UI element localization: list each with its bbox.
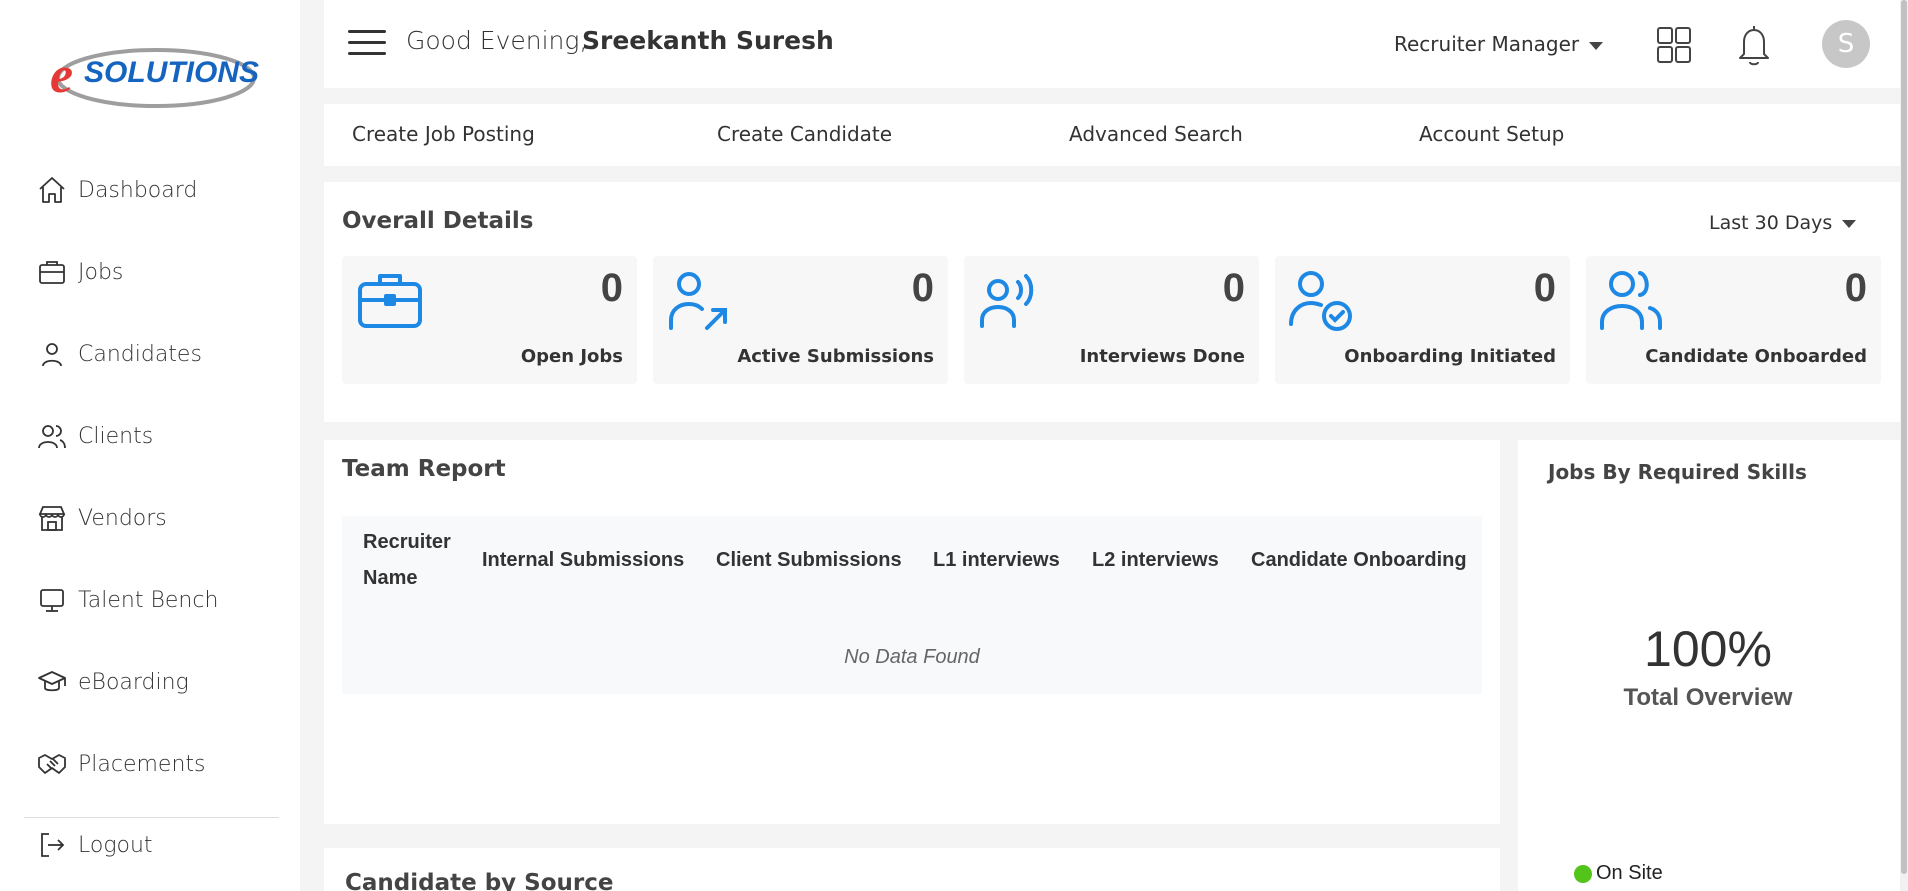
stat-label: Open Jobs bbox=[520, 346, 623, 367]
briefcase-icon bbox=[36, 256, 68, 288]
legend-label: On Site bbox=[1596, 862, 1663, 884]
stat-label: Active Submissions bbox=[737, 346, 934, 367]
users-icon bbox=[36, 420, 68, 452]
sidebar-item-talent-bench[interactable]: Talent Bench bbox=[36, 580, 218, 620]
logout-icon bbox=[36, 829, 68, 861]
caret-down-icon bbox=[1589, 41, 1604, 50]
user-check-icon bbox=[1289, 271, 1352, 331]
create-job-posting-link[interactable]: Create Job Posting bbox=[352, 122, 535, 146]
sidebar-item-label: Candidates bbox=[78, 341, 202, 367]
stat-value: 0 bbox=[911, 266, 934, 310]
legend-item[interactable]: On Site bbox=[1574, 862, 1663, 885]
sidebar-item-label: Talent Bench bbox=[78, 587, 219, 613]
sidebar-item-placements[interactable]: Placements bbox=[36, 744, 206, 784]
user-arrow-icon bbox=[669, 272, 727, 330]
svg-text:e: e bbox=[50, 47, 73, 104]
sidebar-item-label: Vendors bbox=[78, 505, 167, 531]
logout-label: Logout bbox=[78, 832, 153, 858]
stat-value: 0 bbox=[1222, 266, 1245, 310]
top-header: Good Evening, Sreekanth Suresh Recruiter… bbox=[324, 0, 1908, 88]
stat-card-interviews-done[interactable]: 0 Interviews Done bbox=[964, 256, 1259, 384]
total-overview-label: Total Overview bbox=[1623, 684, 1793, 711]
column-header[interactable]: Internal Submissions bbox=[482, 542, 684, 578]
sidebar-divider bbox=[24, 817, 279, 818]
column-header[interactable]: L2 interviews bbox=[1092, 542, 1219, 578]
sidebar-item-clients[interactable]: Clients bbox=[36, 416, 153, 456]
sidebar-item-label: Placements bbox=[78, 751, 206, 777]
role-dropdown[interactable]: Recruiter Manager bbox=[1394, 32, 1604, 56]
avatar[interactable]: S bbox=[1822, 20, 1870, 68]
stat-label: Candidate Onboarded bbox=[1645, 346, 1867, 367]
stat-label: Onboarding Initiated bbox=[1344, 346, 1556, 367]
sidebar-item-label: Clients bbox=[78, 423, 154, 449]
home-icon bbox=[36, 174, 68, 206]
role-label: Recruiter Manager bbox=[1394, 32, 1580, 56]
scrollbar-thumb[interactable] bbox=[1901, 0, 1907, 874]
page-scrollbar[interactable] bbox=[1900, 0, 1908, 891]
column-header[interactable]: Recruiter Name bbox=[363, 524, 463, 596]
handshake-icon bbox=[36, 748, 68, 780]
section-title: Team Report bbox=[342, 456, 506, 482]
column-header[interactable]: Client Submissions bbox=[716, 542, 902, 578]
user-icon bbox=[36, 338, 68, 370]
user-name: Sreekanth Suresh bbox=[582, 26, 834, 55]
notification-bell-icon[interactable] bbox=[1734, 24, 1774, 66]
sidebar-item-jobs[interactable]: Jobs bbox=[36, 252, 123, 292]
stat-card-open-jobs[interactable]: 0 Open Jobs bbox=[342, 256, 637, 384]
greeting-text: Good Evening, bbox=[406, 26, 588, 55]
graduation-cap-icon bbox=[36, 666, 68, 698]
stat-card-candidate-onboarded[interactable]: 0 Candidate Onboarded bbox=[1586, 256, 1881, 384]
sidebar-item-label: eBoarding bbox=[78, 669, 189, 695]
apps-grid-icon[interactable] bbox=[1656, 26, 1692, 64]
stat-value: 0 bbox=[1533, 266, 1556, 310]
sidebar-item-dashboard[interactable]: Dashboard bbox=[36, 170, 197, 210]
period-dropdown[interactable]: Last 30 Days bbox=[1709, 212, 1857, 234]
period-label: Last 30 Days bbox=[1709, 212, 1833, 234]
stat-card-onboarding-initiated[interactable]: 0 Onboarding Initiated bbox=[1275, 256, 1570, 384]
user-voice-icon bbox=[980, 274, 1034, 328]
store-icon bbox=[36, 502, 68, 534]
account-setup-link[interactable]: Account Setup bbox=[1419, 122, 1564, 146]
section-title: Jobs By Required Skills bbox=[1548, 460, 1807, 484]
stat-label: Interviews Done bbox=[1079, 346, 1245, 367]
stat-value: 0 bbox=[1844, 266, 1867, 310]
svg-text:SOLUTIONS: SOLUTIONS bbox=[84, 56, 259, 89]
create-candidate-link[interactable]: Create Candidate bbox=[717, 122, 892, 146]
team-report-panel: Team Report Recruiter Name Internal Subm… bbox=[324, 440, 1500, 824]
legend-dot bbox=[1574, 864, 1592, 883]
users-icon bbox=[1600, 271, 1662, 330]
team-report-table: Recruiter Name Internal Submissions Clie… bbox=[342, 516, 1482, 694]
overall-details-panel: Overall Details Last 30 Days 0 Open Jobs… bbox=[324, 182, 1908, 422]
briefcase-icon bbox=[358, 274, 422, 328]
advanced-search-link[interactable]: Advanced Search bbox=[1069, 122, 1243, 146]
empty-state-text: No Data Found bbox=[844, 646, 980, 668]
menu-toggle-icon[interactable] bbox=[348, 30, 386, 56]
candidate-by-source-panel: Candidate by Source bbox=[324, 848, 1500, 891]
sidebar-item-candidates[interactable]: Candidates bbox=[36, 334, 202, 374]
section-title: Overall Details bbox=[342, 208, 534, 234]
quick-links-bar: Create Job Posting Create Candidate Adva… bbox=[324, 104, 1908, 166]
jobs-by-skills-panel: Jobs By Required Skills 100% Total Overv… bbox=[1518, 440, 1908, 891]
sidebar-item-eboarding[interactable]: eBoarding bbox=[36, 662, 189, 702]
sidebar-item-vendors[interactable]: Vendors bbox=[36, 498, 167, 538]
column-header[interactable]: L1 interviews bbox=[933, 542, 1060, 578]
company-logo[interactable]: e SOLUTIONS bbox=[44, 30, 264, 116]
stat-value: 0 bbox=[600, 266, 623, 310]
section-title: Candidate by Source bbox=[345, 870, 614, 891]
monitor-icon bbox=[36, 584, 68, 616]
stat-card-active-submissions[interactable]: 0 Active Submissions bbox=[653, 256, 948, 384]
total-percent: 100% bbox=[1644, 621, 1772, 677]
sidebar-item-label: Dashboard bbox=[78, 177, 198, 203]
sidebar-item-label: Jobs bbox=[78, 259, 124, 285]
column-header[interactable]: Candidate Onboarding bbox=[1251, 542, 1467, 578]
caret-down-icon bbox=[1842, 219, 1857, 228]
sidebar: e SOLUTIONS Dashboard Jobs Candidates Cl… bbox=[0, 0, 300, 891]
logout-button[interactable]: Logout bbox=[36, 825, 153, 865]
